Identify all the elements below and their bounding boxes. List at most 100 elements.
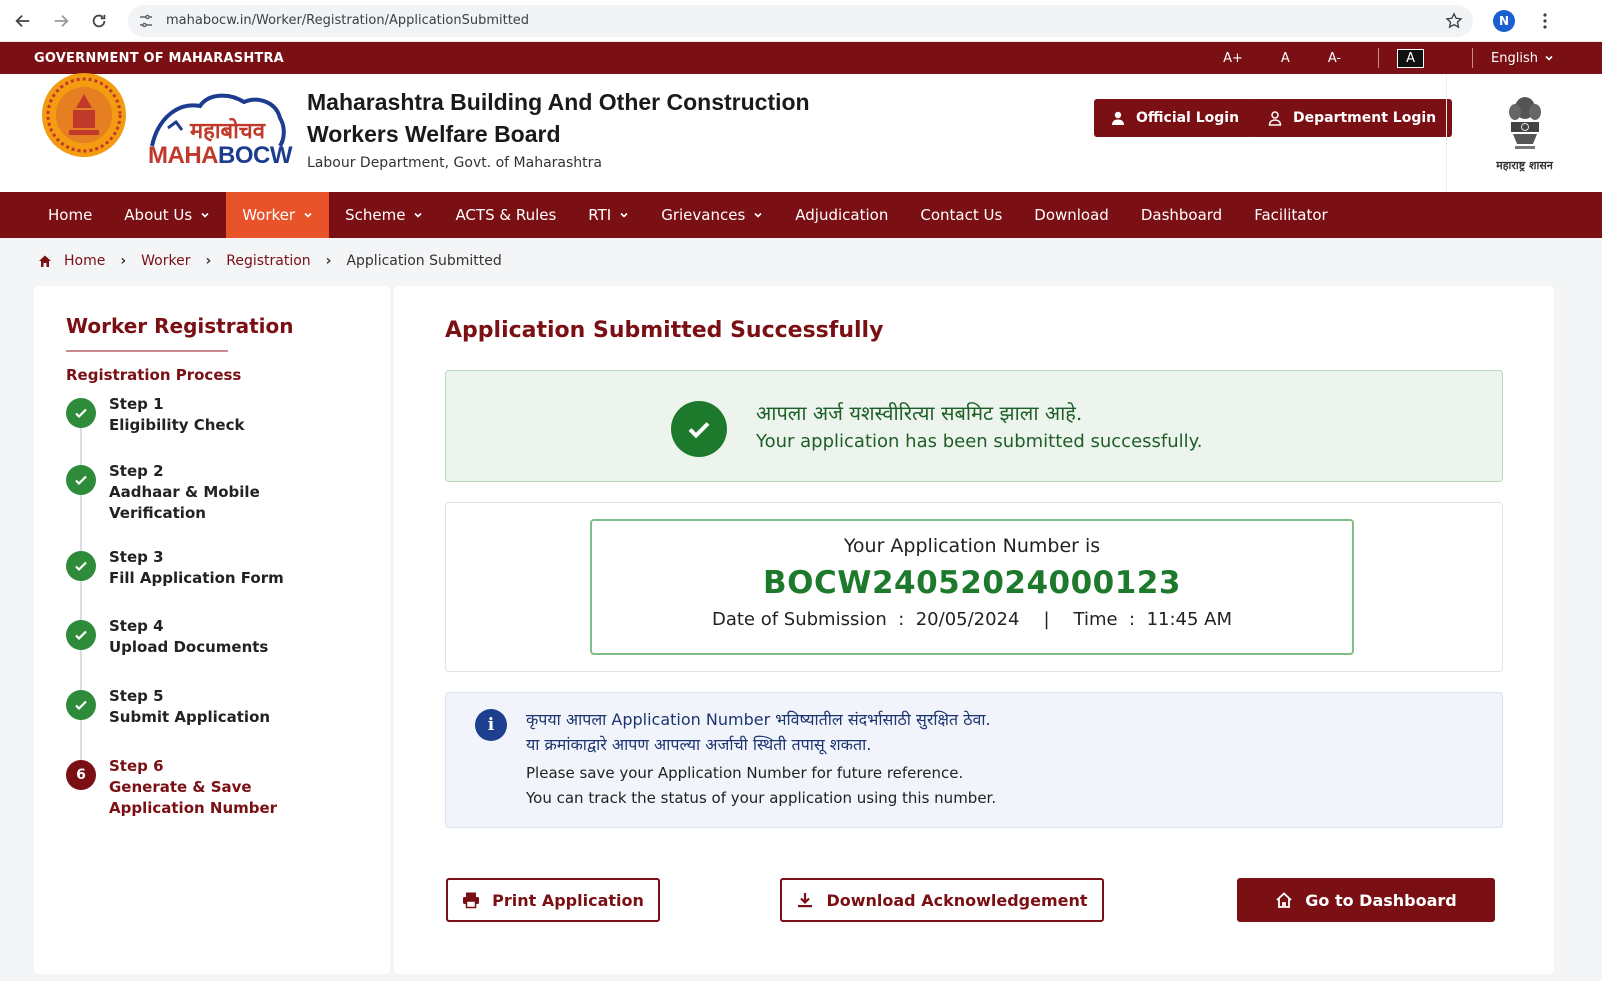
step-item-6: 6 Step 6 Generate & Save Application Numbe… xyxy=(66,756,277,819)
check-icon xyxy=(75,561,87,572)
site-header: महाबोचव MAHABOCW Maharashtra Building An… xyxy=(0,73,1602,192)
chevron-down-icon xyxy=(620,212,628,218)
logo-text-maha: MAHA xyxy=(148,142,219,169)
breadcrumb-current: Application Submitted xyxy=(346,253,502,269)
step-complete-badge xyxy=(66,690,96,720)
nav-item-rti[interactable]: RTI xyxy=(572,192,645,238)
gov-label: GOVERNMENT OF MAHARASHTRA xyxy=(34,50,284,66)
bookmark-star-icon[interactable] xyxy=(1445,11,1463,30)
step-name-line2: Application Number xyxy=(109,799,278,817)
step-item-1: Step 1 Eligibility Check xyxy=(66,394,244,436)
language-select[interactable]: English xyxy=(1491,51,1554,66)
address-bar[interactable]: mahabocw.in/Worker/Registration/Applicat… xyxy=(128,4,1473,37)
info-marathi-line1: कृपया आपला Application Number भविष्यातील… xyxy=(526,710,991,729)
step-complete-badge xyxy=(66,398,96,428)
forward-arrow-icon[interactable] xyxy=(52,12,70,30)
step-complete-badge xyxy=(66,551,96,581)
breadcrumb-separator: › xyxy=(325,253,332,269)
nav-label: RTI xyxy=(588,206,612,224)
nav-label: Contact Us xyxy=(920,206,1003,224)
nav-item-grievances[interactable]: Grievances xyxy=(645,192,779,238)
url-text: mahabocw.in/Worker/Registration/Applicat… xyxy=(166,13,530,28)
process-label: Registration Process xyxy=(66,366,242,384)
sidebar-title: Worker Registration xyxy=(66,314,294,338)
step-name: Submit Application xyxy=(109,708,271,726)
site-settings-icon[interactable] xyxy=(138,13,154,29)
nav-item-home[interactable]: Home xyxy=(32,192,108,238)
step-number: Step 1 xyxy=(109,395,164,413)
language-label: English xyxy=(1491,50,1538,66)
nav-label: Worker xyxy=(242,206,296,224)
breadcrumb-home[interactable]: Home xyxy=(64,253,105,269)
user-outline-icon xyxy=(1268,111,1282,126)
check-icon xyxy=(75,408,87,419)
date-value: 20/05/2024 xyxy=(915,609,1020,630)
nav-label: Scheme xyxy=(345,206,406,224)
step-number: Step 4 xyxy=(109,617,164,635)
app-number: BOCW24052024000123 xyxy=(763,565,1181,601)
back-arrow-icon[interactable] xyxy=(14,12,32,30)
contrast-toggle[interactable]: A xyxy=(1397,48,1425,68)
application-number-card: Your Application Number is BOCW240520240… xyxy=(590,519,1354,655)
site-title-line1: Maharashtra Building And Other Construct… xyxy=(307,89,810,115)
site-title: Maharashtra Building And Other Construct… xyxy=(307,86,867,150)
gov-topbar: GOVERNMENT OF MAHARASHTRA A+ A A- A Engl… xyxy=(0,42,1602,74)
browser-menu-icon[interactable] xyxy=(1537,12,1553,30)
step-item-5: Step 5 Submit Application xyxy=(66,686,270,728)
app-number-label: Your Application Number is xyxy=(843,535,1101,557)
registration-sidebar: Worker Registration Registration Process… xyxy=(34,286,390,974)
breadcrumb-registration[interactable]: Registration xyxy=(226,253,310,269)
nav-label: Home xyxy=(48,206,93,224)
download-acknowledgement-button[interactable]: Download Acknowledgement xyxy=(780,878,1104,922)
step-item-3: Step 3 Fill Application Form xyxy=(66,547,284,589)
meta-separator: | xyxy=(1043,609,1050,630)
home-outline-icon xyxy=(1276,892,1292,908)
nav-item-acts-rules[interactable]: ACTS & Rules xyxy=(439,192,572,238)
site-subtitle: Labour Department, Govt. of Maharashtra xyxy=(307,155,602,171)
nav-item-dashboard[interactable]: Dashboard xyxy=(1125,192,1238,238)
font-decrease-button[interactable]: A- xyxy=(1328,51,1341,66)
success-check-icon xyxy=(671,401,727,457)
emblem-caption: महाराष्ट्र शासन xyxy=(1496,158,1553,172)
date-label: Date of Submission xyxy=(711,609,887,630)
step-name: Aadhaar & Mobile xyxy=(109,483,260,501)
divider xyxy=(1472,48,1474,68)
time-value: 11:45 AM xyxy=(1146,609,1233,630)
check-icon xyxy=(688,422,710,439)
step-number: Step 2 xyxy=(109,462,164,480)
nav-item-about-us[interactable]: About Us xyxy=(108,192,226,238)
nav-item-download[interactable]: Download xyxy=(1018,192,1125,238)
nav-item-scheme[interactable]: Scheme xyxy=(329,192,439,238)
step-complete-badge xyxy=(66,465,96,495)
logo-wordmark: MAHABOCW xyxy=(148,142,292,170)
success-banner: आपला अर्ज यशस्वीरित्या सबमिट झाला आहे. Y… xyxy=(445,370,1503,482)
department-login-button[interactable]: Department Login xyxy=(1251,99,1453,137)
nav-item-worker[interactable]: Worker xyxy=(226,192,330,238)
go-to-dashboard-button[interactable]: Go to Dashboard xyxy=(1237,878,1495,922)
font-increase-button[interactable]: A+ xyxy=(1223,51,1243,66)
site-title-block: Maharashtra Building And Other Construct… xyxy=(307,86,867,171)
info-notice: i कृपया आपला Application Number भविष्यात… xyxy=(445,692,1503,828)
nav-item-adjudication[interactable]: Adjudication xyxy=(779,192,904,238)
official-login-button[interactable]: Official Login xyxy=(1094,99,1256,137)
reload-icon[interactable] xyxy=(90,12,108,30)
step-complete-badge xyxy=(66,620,96,650)
dashboard-button-label: Go to Dashboard xyxy=(1305,890,1457,910)
download-icon xyxy=(798,893,813,908)
step-item-2: Step 2 Aadhaar & Mobile Verification xyxy=(66,461,260,524)
nav-item-contact-us[interactable]: Contact Us xyxy=(904,192,1018,238)
page-title: Application Submitted Successfully xyxy=(445,318,884,343)
step-name: Upload Documents xyxy=(109,638,269,656)
main-navigation: Home About Us Worker Scheme ACTS & Rules… xyxy=(0,192,1602,238)
nav-label: ACTS & Rules xyxy=(455,206,557,224)
time-label: Time xyxy=(1073,609,1118,630)
profile-avatar[interactable]: N xyxy=(1493,9,1515,32)
font-normal-button[interactable]: A xyxy=(1281,51,1290,66)
chevron-down-icon xyxy=(304,212,312,218)
nav-item-facilitator[interactable]: Facilitator xyxy=(1238,192,1344,238)
print-application-button[interactable]: Print Application xyxy=(446,878,660,922)
state-emblem: महाराष्ट्र शासन xyxy=(1446,74,1602,192)
divider xyxy=(1378,48,1380,68)
info-english-line1: Please save your Application Number for … xyxy=(526,764,964,782)
breadcrumb-worker[interactable]: Worker xyxy=(141,253,190,269)
